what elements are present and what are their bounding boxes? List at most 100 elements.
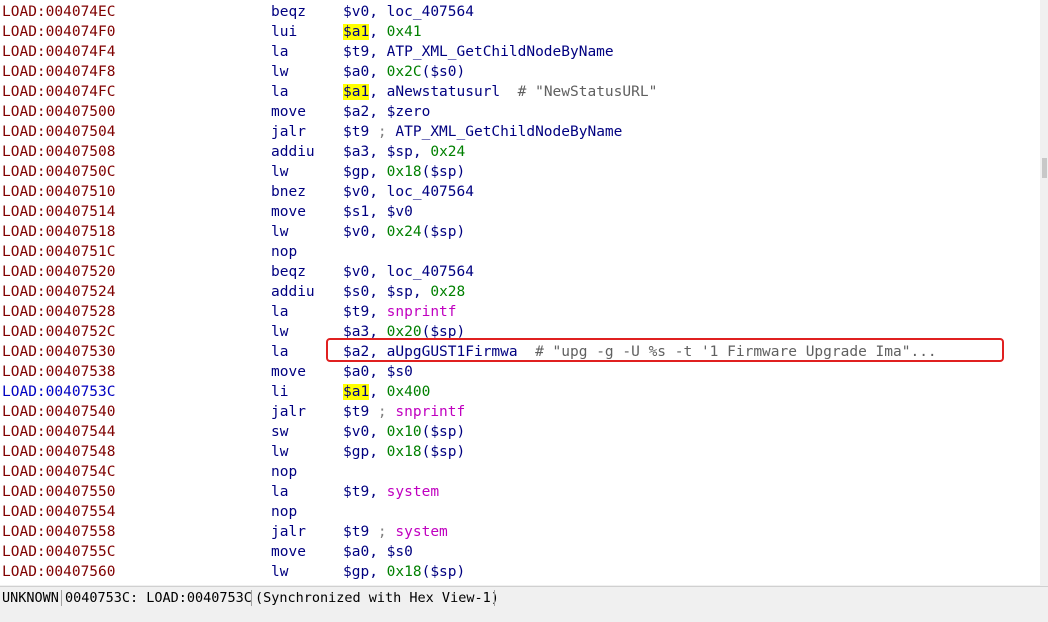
code-line[interactable]: LOAD:00407510 bnez $v0, loc_407564 — [0, 182, 1040, 202]
instruction-operands[interactable]: $a1, 0x41 — [343, 22, 422, 42]
instruction-operands[interactable]: $gp, 0x18($sp) — [343, 442, 465, 462]
register[interactable]: $t9 — [343, 404, 369, 420]
instruction-operands[interactable]: $t9 ; ATP_XML_GetChildNodeByName — [343, 122, 622, 142]
register[interactable]: $a0 — [343, 364, 369, 380]
symbol-reference[interactable]: system — [395, 524, 447, 540]
instruction-mnemonic[interactable]: nop — [271, 502, 297, 522]
instruction-mnemonic[interactable]: jalr — [271, 522, 306, 542]
register[interactable]: $v0 — [343, 264, 369, 280]
symbol-reference[interactable]: ATP_XML_GetChildNodeByName — [387, 44, 614, 60]
code-line[interactable]: LOAD:00407538 move $a0, $s0 — [0, 362, 1040, 382]
code-line[interactable]: LOAD:0040751C nop — [0, 242, 1040, 262]
code-line[interactable]: LOAD:004074F0 lui $a1, 0x41 — [0, 22, 1040, 42]
register[interactable]: $gp — [343, 564, 369, 580]
instruction-mnemonic[interactable]: lw — [271, 322, 288, 342]
instruction-operands[interactable]: $a1, 0x400 — [343, 382, 430, 402]
register[interactable]: $v0 — [387, 204, 413, 220]
line-address[interactable]: LOAD:0040750C — [2, 162, 116, 182]
instruction-mnemonic[interactable]: nop — [271, 242, 297, 262]
register[interactable]: $s1 — [343, 204, 369, 220]
symbol-reference[interactable]: aNewstatusurl — [387, 84, 501, 100]
code-line[interactable]: LOAD:00407558 jalr $t9 ; system — [0, 522, 1040, 542]
register[interactable]: ($sp) — [422, 224, 466, 240]
register[interactable]: $t9 — [343, 124, 369, 140]
register[interactable]: $t9 — [343, 484, 369, 500]
line-address[interactable]: LOAD:00407514 — [2, 202, 116, 222]
code-line[interactable]: LOAD:00407514 move $s1, $v0 — [0, 202, 1040, 222]
register[interactable]: $v0 — [343, 424, 369, 440]
line-address[interactable]: LOAD:00407510 — [2, 182, 116, 202]
vertical-scrollbar[interactable] — [1040, 0, 1048, 585]
instruction-operands[interactable]: $a0, $s0 — [343, 542, 413, 562]
instruction-mnemonic[interactable]: bnez — [271, 182, 306, 202]
register[interactable]: $gp — [343, 164, 369, 180]
line-address[interactable]: LOAD:004074F8 — [2, 62, 116, 82]
line-address[interactable]: LOAD:00407530 — [2, 342, 116, 362]
instruction-operands[interactable]: $s0, $sp, 0x28 — [343, 282, 465, 302]
disassembly-view[interactable]: LOAD:004074EC beqz $v0, loc_407564 LOAD:004… — [0, 0, 1040, 585]
register[interactable]: $zero — [387, 104, 431, 120]
instruction-mnemonic[interactable]: beqz — [271, 2, 306, 22]
line-address[interactable]: LOAD:0040754C — [2, 462, 116, 482]
code-line[interactable]: LOAD:00407528 la $t9, snprintf — [0, 302, 1040, 322]
instruction-mnemonic[interactable]: jalr — [271, 122, 306, 142]
instruction-mnemonic[interactable]: nop — [271, 462, 297, 482]
line-address[interactable]: LOAD:004074F4 — [2, 42, 116, 62]
line-address[interactable]: LOAD:00407554 — [2, 502, 116, 522]
instruction-operands[interactable]: $a1, aNewstatusurl # "NewStatusURL" — [343, 82, 657, 102]
code-line[interactable]: LOAD:0040755C move $a0, $s0 — [0, 542, 1040, 562]
symbol-reference[interactable]: system — [387, 484, 439, 500]
register[interactable]: ($sp) — [422, 564, 466, 580]
line-address[interactable]: LOAD:00407504 — [2, 122, 116, 142]
instruction-mnemonic[interactable]: lw — [271, 562, 288, 582]
register[interactable]: $a0 — [343, 544, 369, 560]
code-line[interactable]: LOAD:00407508 addiu $a3, $sp, 0x24 — [0, 142, 1040, 162]
register[interactable]: ($sp) — [422, 164, 466, 180]
register[interactable]: $t9 — [343, 44, 369, 60]
instruction-mnemonic[interactable]: lw — [271, 442, 288, 462]
code-line[interactable]: LOAD:004074F4 la $t9, ATP_XML_GetChildNode… — [0, 42, 1040, 62]
line-address[interactable]: LOAD:0040755C — [2, 542, 116, 562]
instruction-mnemonic[interactable]: addiu — [271, 142, 315, 162]
symbol-reference[interactable]: loc_407564 — [387, 4, 474, 20]
line-address[interactable]: LOAD:00407548 — [2, 442, 116, 462]
symbol-reference[interactable]: snprintf — [387, 304, 457, 320]
line-address[interactable]: LOAD:00407540 — [2, 402, 116, 422]
register[interactable]: $v0 — [343, 184, 369, 200]
instruction-operands[interactable]: $gp, 0x18($sp) — [343, 562, 465, 582]
instruction-operands[interactable]: $t9 ; snprintf — [343, 402, 465, 422]
register[interactable]: $s0 — [387, 364, 413, 380]
instruction-mnemonic[interactable]: la — [271, 482, 288, 502]
highlighted-register[interactable]: $a1 — [343, 384, 370, 400]
symbol-reference[interactable]: loc_407564 — [387, 184, 474, 200]
highlighted-register[interactable]: $a1 — [343, 24, 370, 40]
code-line[interactable]: LOAD:00407500 move $a2, $zero — [0, 102, 1040, 122]
code-line[interactable]: LOAD:00407504 jalr $t9 ; ATP_XML_GetChildN… — [0, 122, 1040, 142]
register[interactable]: ($s0) — [422, 64, 466, 80]
line-address[interactable]: LOAD:0040752C — [2, 322, 116, 342]
symbol-reference[interactable]: loc_407564 — [387, 264, 474, 280]
instruction-operands[interactable]: $v0, loc_407564 — [343, 182, 474, 202]
line-address[interactable]: LOAD:00407550 — [2, 482, 116, 502]
code-line[interactable]: LOAD:0040753C li $a1, 0x400 — [0, 382, 1040, 402]
instruction-mnemonic[interactable]: li — [271, 382, 288, 402]
register[interactable]: $a0 — [343, 64, 369, 80]
code-line[interactable]: LOAD:00407524 addiu $s0, $sp, 0x28 — [0, 282, 1040, 302]
code-line[interactable]: LOAD:004074FC la $a1, aNewstatusurl # "New… — [0, 82, 1040, 102]
instruction-mnemonic[interactable]: lw — [271, 222, 288, 242]
instruction-operands[interactable]: $s1, $v0 — [343, 202, 413, 222]
line-address[interactable]: LOAD:00407558 — [2, 522, 116, 542]
highlighted-register[interactable]: $a1 — [343, 84, 370, 100]
line-address[interactable]: LOAD:00407544 — [2, 422, 116, 442]
symbol-reference[interactable]: ATP_XML_GetChildNodeByName — [395, 124, 622, 140]
instruction-mnemonic[interactable]: beqz — [271, 262, 306, 282]
line-address[interactable]: LOAD:00407560 — [2, 562, 116, 582]
code-line[interactable]: LOAD:00407554 nop — [0, 502, 1040, 522]
register[interactable]: $sp — [387, 144, 413, 160]
instruction-mnemonic[interactable]: jalr — [271, 402, 306, 422]
instruction-operands[interactable]: $t9, ATP_XML_GetChildNodeByName — [343, 42, 614, 62]
register[interactable]: $v0 — [343, 224, 369, 240]
instruction-operands[interactable]: $gp, 0x18($sp) — [343, 162, 465, 182]
register[interactable]: $gp — [343, 444, 369, 460]
code-line[interactable]: LOAD:00407540 jalr $t9 ; snprintf — [0, 402, 1040, 422]
